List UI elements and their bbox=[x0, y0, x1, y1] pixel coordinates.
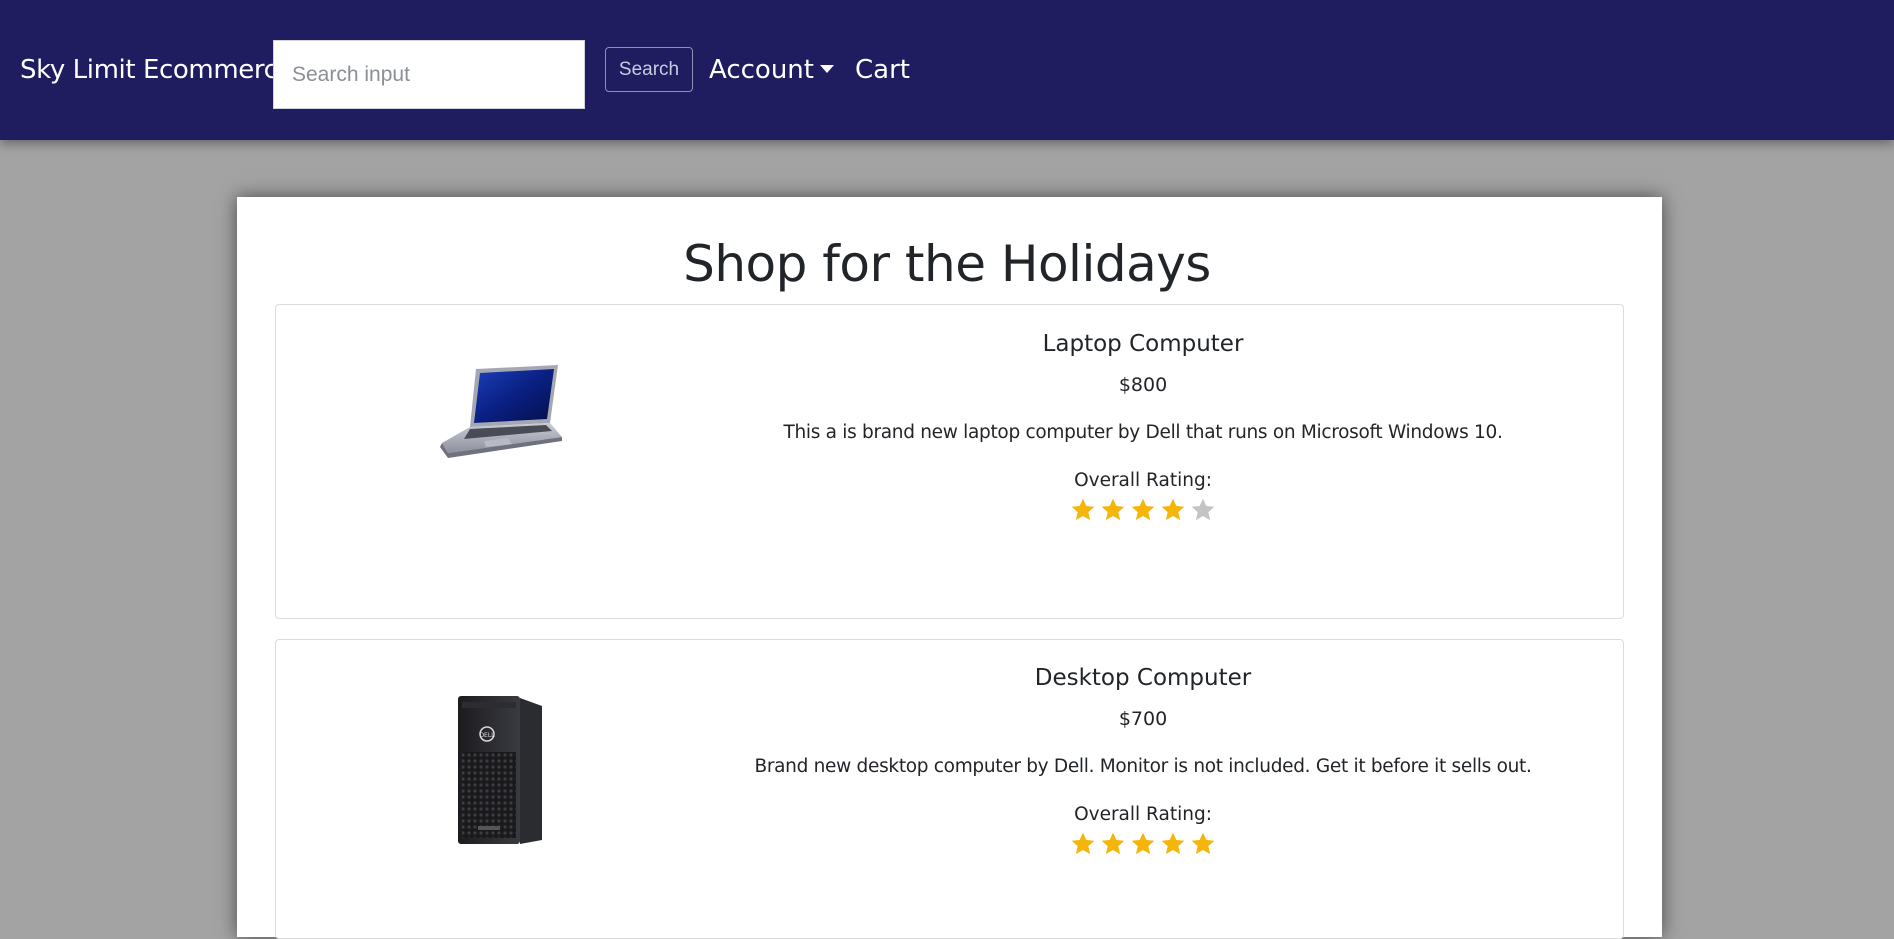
chevron-down-icon bbox=[819, 64, 834, 73]
product-name[interactable]: Desktop Computer bbox=[716, 662, 1570, 694]
star-filled-icon bbox=[1100, 497, 1126, 523]
cart-link[interactable]: Cart bbox=[855, 52, 910, 88]
product-name[interactable]: Laptop Computer bbox=[716, 328, 1570, 360]
star-filled-icon bbox=[1160, 831, 1186, 857]
star-filled-icon bbox=[1070, 497, 1096, 523]
product-price: $800 bbox=[1118, 374, 1168, 396]
top-navbar: Sky Limit Ecommerce Search Account Cart bbox=[0, 0, 1894, 140]
rating-label: Overall Rating: bbox=[1074, 470, 1212, 491]
product-price: $700 bbox=[1118, 708, 1168, 730]
star-filled-icon bbox=[1070, 831, 1096, 857]
star-rating bbox=[716, 497, 1570, 523]
svg-text:DELL: DELL bbox=[479, 732, 495, 739]
search-button[interactable]: Search bbox=[605, 47, 693, 92]
account-dropdown[interactable]: Account bbox=[709, 52, 834, 88]
product-card: DELL Desktop Computer $700 Brand new des… bbox=[275, 639, 1624, 939]
rating-label: Overall Rating: bbox=[1074, 804, 1212, 825]
page-title: Shop for the Holidays bbox=[683, 235, 1211, 293]
star-filled-icon bbox=[1100, 831, 1126, 857]
account-label: Account bbox=[709, 55, 814, 85]
brand-logo-text[interactable]: Sky Limit Ecommerce bbox=[20, 52, 293, 88]
desktop-tower-icon[interactable]: DELL bbox=[454, 692, 546, 846]
product-description: Brand new desktop computer by Dell. Moni… bbox=[754, 756, 1532, 777]
star-filled-icon bbox=[1160, 497, 1186, 523]
search-input[interactable] bbox=[273, 40, 585, 109]
star-rating bbox=[716, 831, 1570, 857]
product-description: This a is brand new laptop computer by D… bbox=[783, 422, 1503, 443]
laptop-icon[interactable] bbox=[434, 361, 564, 461]
star-filled-icon bbox=[1130, 831, 1156, 857]
star-filled-icon bbox=[1130, 497, 1156, 523]
product-card: Laptop Computer $800 This a is brand new… bbox=[275, 304, 1624, 619]
star-filled-icon bbox=[1190, 831, 1216, 857]
star-empty-icon bbox=[1190, 497, 1216, 523]
